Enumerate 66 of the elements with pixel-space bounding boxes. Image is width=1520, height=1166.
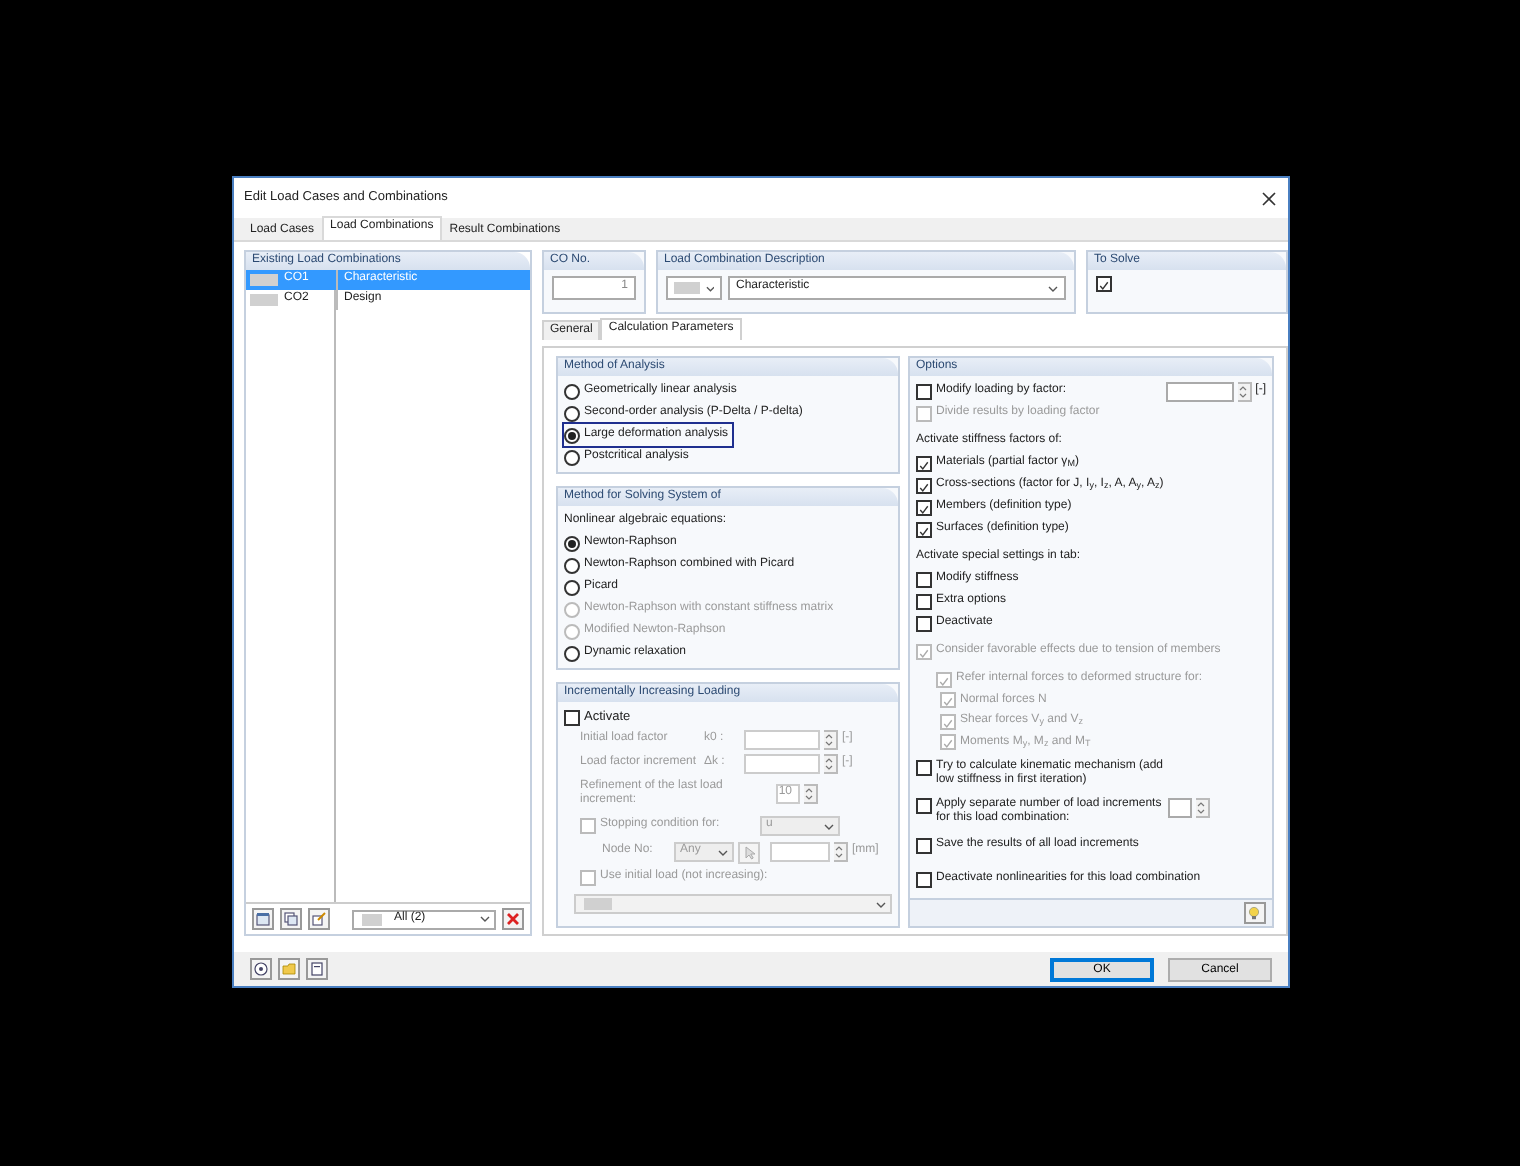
checkbox[interactable]: [916, 383, 932, 399]
input-field[interactable]: [770, 842, 830, 862]
checkbox[interactable]: [564, 709, 580, 725]
spin-arrows-icon: [804, 786, 814, 802]
settings-button[interactable]: [1244, 902, 1266, 924]
color-dropdown[interactable]: [666, 276, 722, 300]
toolbar-button[interactable]: [280, 908, 302, 930]
checkbox[interactable]: [916, 872, 932, 888]
spin-arrows-icon: [1196, 799, 1207, 815]
caret-icon: [705, 285, 714, 291]
copy-icon: [284, 912, 298, 926]
input-field[interactable]: [1167, 797, 1193, 817]
checkbox[interactable]: [580, 870, 596, 886]
checkbox[interactable]: [916, 571, 932, 587]
footer-button[interactable]: [306, 958, 328, 980]
caret-icon: [876, 901, 886, 907]
color-swatch: [250, 274, 278, 286]
checkbox[interactable]: [916, 838, 932, 854]
checkbox[interactable]: [916, 455, 932, 471]
checkbox[interactable]: [916, 593, 932, 609]
spin-arrows-icon: [824, 756, 834, 772]
caret-icon: [718, 849, 728, 855]
toolbar-button[interactable]: [308, 908, 330, 930]
spin-arrows-icon: [834, 844, 844, 860]
spin-button[interactable]: [1196, 797, 1210, 817]
checkbox[interactable]: [580, 818, 596, 834]
checkbox[interactable]: [916, 499, 932, 515]
color-swatch: [250, 294, 278, 306]
radio-button[interactable]: [564, 535, 580, 551]
radio-button[interactable]: [564, 645, 580, 661]
document-icon: [310, 962, 324, 976]
spin-button[interactable]: [834, 842, 848, 862]
caret-icon: [480, 916, 490, 922]
spin-button[interactable]: [824, 730, 838, 750]
checkbox[interactable]: [916, 615, 932, 631]
spin-arrows-icon: [1237, 383, 1248, 399]
input-field[interactable]: [744, 754, 820, 774]
radio-button[interactable]: [564, 579, 580, 595]
checkbox[interactable]: [916, 797, 932, 813]
input-field[interactable]: [1165, 381, 1234, 401]
spin-button[interactable]: [804, 784, 818, 804]
edit-icon: [312, 912, 326, 926]
toolbar-button[interactable]: [252, 908, 274, 930]
folder-icon: [282, 962, 296, 976]
caret-icon: [824, 823, 834, 829]
close-icon[interactable]: [1262, 191, 1276, 205]
spin-arrows-icon: [824, 732, 834, 748]
spin-button[interactable]: [1237, 381, 1252, 401]
checkbox[interactable]: [916, 521, 932, 537]
footer-button[interactable]: [250, 958, 272, 980]
radio-button[interactable]: [564, 557, 580, 573]
delete-button[interactable]: [502, 908, 524, 930]
checkbox[interactable]: [1096, 276, 1112, 292]
input-field[interactable]: [744, 730, 820, 750]
cursor-icon: [743, 845, 755, 859]
checkbox[interactable]: [916, 759, 932, 775]
spin-button[interactable]: [824, 754, 838, 774]
caret-icon: [1048, 285, 1058, 291]
lightbulb-icon: [1248, 906, 1262, 920]
radio-button[interactable]: [564, 405, 580, 421]
new-icon: [256, 912, 270, 926]
delete-icon: [506, 912, 520, 926]
radio-button[interactable]: [564, 427, 580, 443]
radio-button[interactable]: [564, 449, 580, 465]
checkbox[interactable]: [916, 477, 932, 493]
radio-button[interactable]: [564, 383, 580, 399]
